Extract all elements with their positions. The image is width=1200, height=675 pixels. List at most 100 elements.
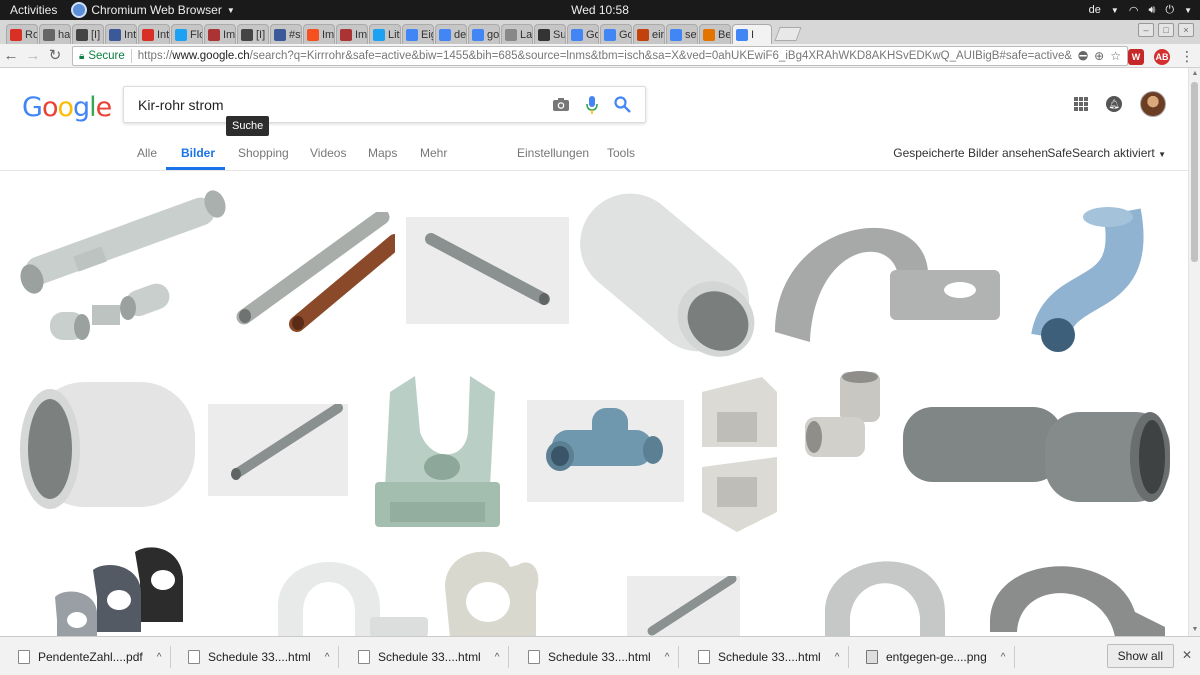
zoom-icon[interactable]: ⊕ <box>1094 49 1104 64</box>
scroll-up-arrow-icon[interactable]: ▲ <box>1189 68 1200 80</box>
browser-tab[interactable]: Lan <box>501 24 533 44</box>
browser-tab[interactable]: Ima <box>204 24 236 44</box>
image-result[interactable] <box>985 552 1170 636</box>
show-all-button[interactable]: Show all <box>1106 644 1174 668</box>
minimize-button[interactable]: – <box>1138 23 1154 37</box>
address-bar[interactable]: 🔒︎ Secure https://www.google.ch/search?q… <box>72 46 1128 66</box>
tab-einstellungen[interactable]: Einstellungen <box>517 146 589 160</box>
keyboard-layout-indicator[interactable]: de <box>1089 4 1101 16</box>
image-result[interactable] <box>895 387 1175 517</box>
close-button[interactable]: × <box>1178 23 1194 37</box>
image-result[interactable] <box>627 576 740 636</box>
menu-icon[interactable]: ⋮ <box>1180 48 1194 65</box>
search-icon[interactable] <box>614 96 631 113</box>
search-input[interactable]: Kir-rohr strom <box>124 97 552 113</box>
forward-button[interactable]: → <box>22 45 44 67</box>
browser-tab[interactable]: Ron <box>6 24 38 44</box>
google-logo[interactable]: Google <box>22 92 112 123</box>
browser-tab[interactable]: Flo <box>171 24 203 44</box>
camera-icon[interactable] <box>552 97 570 112</box>
download-item[interactable]: Schedule 33....html ^ <box>358 644 510 670</box>
chevron-up-icon[interactable]: ^ <box>1001 652 1006 663</box>
close-icon[interactable]: ✕ <box>1182 648 1192 662</box>
image-result[interactable] <box>440 547 545 636</box>
google-apps-icon[interactable] <box>1074 97 1088 111</box>
image-result[interactable] <box>527 400 684 502</box>
extension-icon[interactable]: W <box>1128 48 1144 65</box>
browser-tab[interactable]: Intr <box>138 24 170 44</box>
chevron-up-icon[interactable]: ^ <box>835 652 840 663</box>
safesearch-dropdown[interactable]: SafeSearch aktiviert ▼ <box>1047 146 1166 160</box>
image-result[interactable] <box>10 187 228 352</box>
tab-maps[interactable]: Maps <box>368 146 397 160</box>
image-result[interactable] <box>406 217 569 324</box>
browser-tab[interactable]: Goo <box>567 24 599 44</box>
scroll-down-arrow-icon[interactable]: ▼ <box>1189 624 1200 636</box>
tab-alle[interactable]: Alle <box>137 146 157 160</box>
image-result[interactable] <box>270 547 430 636</box>
tab-active[interactable]: I <box>732 24 772 44</box>
saved-images-link[interactable]: Gespeicherte Bilder ansehen <box>893 146 1048 160</box>
avatar[interactable] <box>1140 91 1166 117</box>
activities-button[interactable]: Activities <box>0 3 67 17</box>
image-result[interactable] <box>578 187 763 357</box>
adblock-icon[interactable]: AB <box>1154 48 1170 65</box>
browser-tab[interactable]: Eig <box>402 24 434 44</box>
browser-tab[interactable]: Intr <box>105 24 137 44</box>
browser-tab[interactable]: Ima <box>336 24 368 44</box>
download-item[interactable]: entgegen-ge....png ^ <box>866 644 1016 670</box>
new-tab-button[interactable] <box>774 27 802 41</box>
bookmark-star-icon[interactable]: ☆ <box>1110 49 1121 64</box>
browser-tab[interactable]: gol <box>468 24 500 44</box>
page-scrollbar[interactable]: ▲ ▼ <box>1188 68 1200 636</box>
download-item[interactable]: Schedule 33....html ^ <box>698 644 850 670</box>
image-result[interactable] <box>232 212 395 337</box>
browser-tab[interactable]: #st <box>270 24 302 44</box>
download-item[interactable]: PendenteZahl....pdf ^ <box>18 644 172 670</box>
browser-tab[interactable]: ein <box>633 24 665 44</box>
image-result[interactable] <box>45 542 185 636</box>
download-item[interactable]: Schedule 33....html ^ <box>188 644 340 670</box>
chevron-up-icon[interactable]: ^ <box>325 652 330 663</box>
browser-tab[interactable]: Litt <box>369 24 401 44</box>
image-result[interactable] <box>770 192 1005 352</box>
tab-tools[interactable]: Tools <box>607 146 635 160</box>
image-result[interactable] <box>820 547 970 636</box>
volume-icon[interactable]: 🔊︎ <box>1148 4 1155 17</box>
image-result[interactable] <box>208 404 348 496</box>
image-result[interactable] <box>370 372 505 532</box>
chevron-up-icon[interactable]: ^ <box>157 652 162 663</box>
browser-tab[interactable]: set <box>666 24 698 44</box>
image-result[interactable] <box>10 367 200 517</box>
browser-tab[interactable]: [I] ( <box>72 24 104 44</box>
url-text[interactable]: https://www.google.ch/search?q=Kirrrohr&… <box>138 50 1072 62</box>
browser-tab[interactable]: Ima <box>303 24 335 44</box>
download-item[interactable]: Schedule 33....html ^ <box>528 644 680 670</box>
browser-tab[interactable]: Bet <box>699 24 731 44</box>
image-result[interactable] <box>800 367 890 462</box>
browser-tab[interactable]: det <box>435 24 467 44</box>
image-result[interactable] <box>1030 187 1160 357</box>
chevron-up-icon[interactable]: ^ <box>665 652 670 663</box>
tab-shopping[interactable]: Shopping <box>238 146 289 160</box>
tab-videos[interactable]: Videos <box>310 146 346 160</box>
notifications-bell-icon[interactable]: 🔔︎ <box>1106 96 1122 112</box>
search-box[interactable]: Kir-rohr strom <box>123 86 646 123</box>
browser-tab[interactable]: hac <box>39 24 71 44</box>
image-result[interactable] <box>692 372 792 537</box>
chevron-up-icon[interactable]: ^ <box>495 652 500 663</box>
browser-tab[interactable]: Goo <box>600 24 632 44</box>
browser-tab[interactable]: [I] ( <box>237 24 269 44</box>
power-icon[interactable]: ⏻ <box>1165 4 1174 17</box>
microphone-icon[interactable] <box>586 95 598 114</box>
tab-mehr[interactable]: Mehr <box>420 146 447 160</box>
app-menu[interactable]: Chromium Web Browser ▼ <box>71 2 235 18</box>
maximize-button[interactable]: □ <box>1158 23 1174 37</box>
back-button[interactable]: ← <box>0 45 22 67</box>
scrollbar-thumb[interactable] <box>1191 82 1198 262</box>
blocked-cookies-icon[interactable]: ⛔︎ <box>1078 49 1088 64</box>
tab-bilder[interactable]: Bilder <box>181 146 215 160</box>
browser-tab[interactable]: Sup <box>534 24 566 44</box>
wifi-icon[interactable]: ◠ <box>1129 4 1139 17</box>
reload-button[interactable]: ↻ <box>44 45 66 67</box>
